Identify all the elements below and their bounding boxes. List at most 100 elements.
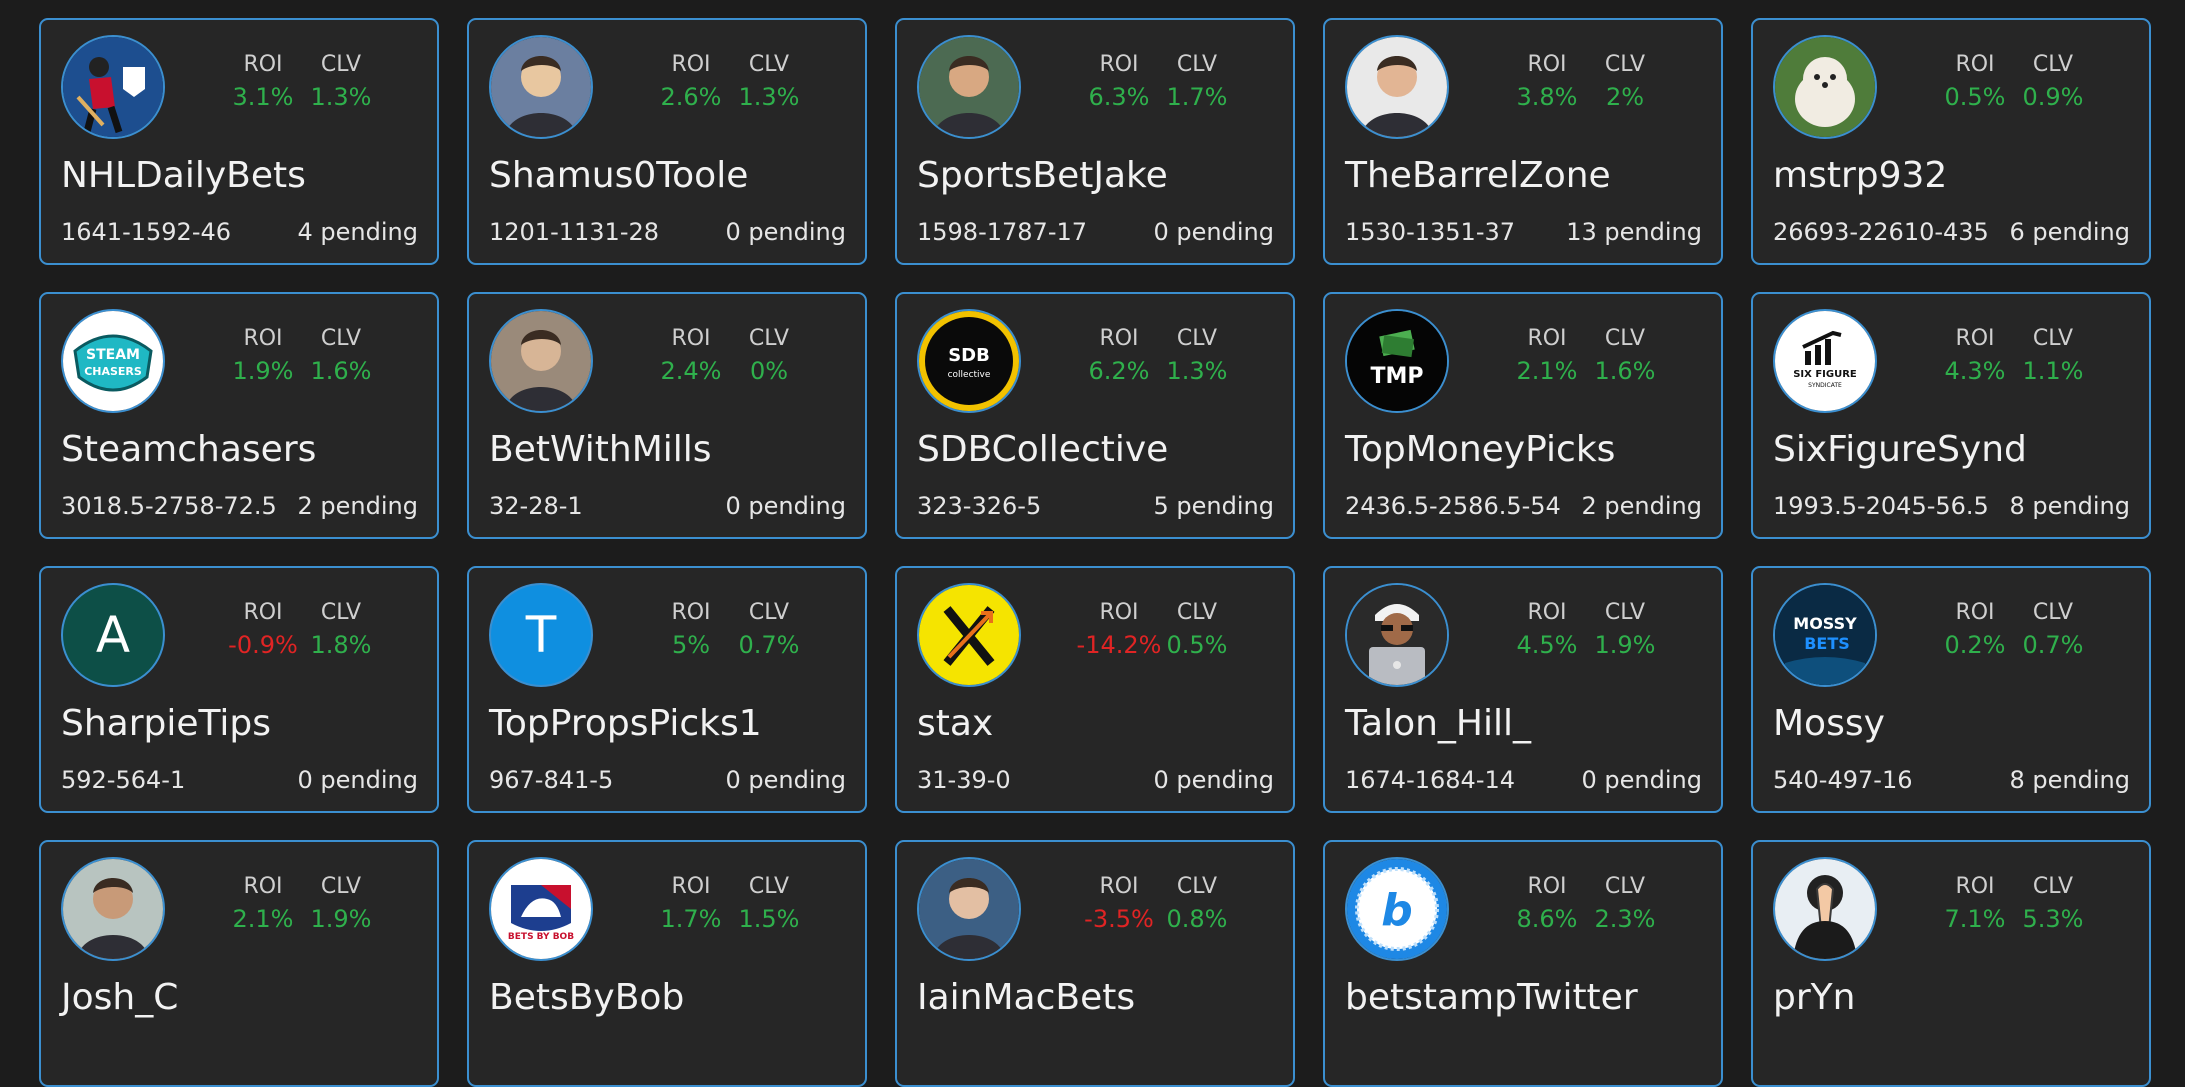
- bettor-card[interactable]: STEAM CHASERS ROI 1.9% CLV 1.6% Steamcha…: [39, 292, 439, 539]
- bettor-card[interactable]: ROI 0.5% CLV 0.9% mstrp932 26693-22610-4…: [1751, 18, 2151, 265]
- bettor-card[interactable]: ROI 2.4% CLV 0% BetWithMills 32-28-1 0 p…: [467, 292, 867, 539]
- pending-count: 6 pending: [2009, 218, 2130, 246]
- bettor-name[interactable]: prYn: [1773, 978, 1855, 1018]
- clv-label: CLV: [1176, 326, 1218, 351]
- svg-text:b: b: [1381, 885, 1413, 936]
- bettor-card[interactable]: TMP ROI 2.1% CLV 1.6% TopMoneyPicks 2436…: [1323, 292, 1723, 539]
- bettor-card[interactable]: ROI 4.5% CLV 1.9% Talon_Hill_ 1674-1684-…: [1323, 566, 1723, 813]
- win-loss-record: 1641-1592-46: [61, 218, 232, 246]
- bettor-name[interactable]: betstampTwitter: [1345, 978, 1638, 1018]
- betstamp-b-logo: b: [1345, 857, 1449, 961]
- win-loss-record: 1201-1131-28: [489, 218, 660, 246]
- win-loss-record: 3018.5-2758-72.5: [61, 492, 277, 520]
- win-loss-record: 592-564-1: [61, 766, 186, 794]
- bettor-card[interactable]: ROI 2.6% CLV 1.3% Shamus0Toole 1201-1131…: [467, 18, 867, 265]
- bettor-card[interactable]: ROI 2.1% CLV 1.9% Josh_C: [39, 840, 439, 1087]
- bettor-name[interactable]: stax: [917, 704, 993, 744]
- clv-stat: CLV 1.7%: [1152, 54, 1242, 111]
- bettor-name[interactable]: SharpieTips: [61, 704, 271, 744]
- bettor-name[interactable]: Steamchasers: [61, 430, 316, 470]
- avatar: [61, 857, 165, 961]
- clv-stat: CLV 1.3%: [296, 54, 386, 110]
- clv-stat: CLV 1.8%: [296, 602, 386, 659]
- clv-value: 0.9%: [2022, 83, 2084, 111]
- clv-value: 1.7%: [1166, 83, 1228, 111]
- clv-label: CLV: [1604, 52, 1646, 77]
- clv-stat: CLV 2.3%: [1580, 876, 1670, 933]
- win-loss-record: 32-28-1: [489, 492, 583, 520]
- pending-count: 0 pending: [1581, 766, 1702, 794]
- avatar: [917, 35, 1021, 139]
- bettor-card[interactable]: SIX FIGURE SYNDICATE ROI 4.3% CLV 1.1% S…: [1751, 292, 2151, 539]
- avatar: [1773, 857, 1877, 961]
- pending-count: 0 pending: [725, 492, 846, 520]
- avatar-letter: A: [95, 606, 131, 664]
- bettor-name[interactable]: Josh_C: [61, 978, 178, 1018]
- avatar: [917, 857, 1021, 961]
- clv-value: 1.3%: [738, 83, 800, 111]
- bettor-name[interactable]: BetsByBob: [489, 978, 684, 1018]
- win-loss-record: 2436.5-2586.5-54: [1345, 492, 1561, 520]
- clv-label: CLV: [2032, 326, 2074, 351]
- bettor-name[interactable]: SDBCollective: [917, 430, 1168, 470]
- win-loss-record: 1530-1351-37: [1345, 218, 1516, 246]
- bettor-name[interactable]: mstrp932: [1773, 156, 1947, 196]
- bettor-card[interactable]: b ROI 8.6% CLV 2.3% betstampTwitter: [1323, 840, 1723, 1087]
- svg-text:SIX FIGURE: SIX FIGURE: [1793, 369, 1857, 380]
- clv-value: 2.3%: [1594, 905, 1656, 933]
- win-loss-record: 31-39-0: [917, 766, 1011, 794]
- clv-value: 1.8%: [310, 631, 372, 659]
- clv-value: 0.8%: [1166, 905, 1228, 933]
- clv-value: 1.6%: [1594, 357, 1656, 385]
- bettor-name[interactable]: TheBarrelZone: [1345, 156, 1611, 196]
- bettor-card[interactable]: ROI 6.3% CLV 1.7% SportsBetJake 1598-178…: [895, 18, 1295, 265]
- win-loss-record: 1598-1787-17: [917, 218, 1088, 246]
- bettor-card[interactable]: SDB collective ROI 6.2% CLV 1.3% SDBColl…: [895, 292, 1295, 539]
- bettor-card[interactable]: A ROI -0.9% CLV 1.8% SharpieTips 592-564…: [39, 566, 439, 813]
- clv-stat: CLV 0.7%: [2008, 602, 2098, 658]
- bettor-card[interactable]: ROI 3.8% CLV 2% TheBarrelZone 1530-1351-…: [1323, 18, 1723, 265]
- bettor-card[interactable]: MOSSY BETS ROI 0.2% CLV 0.7% Mossy 540-4…: [1751, 566, 2151, 813]
- pending-count: 0 pending: [297, 766, 418, 794]
- clv-value: 1.9%: [310, 905, 372, 933]
- clv-stat: CLV 5.3%: [2008, 874, 2098, 932]
- clv-stat: CLV 2%: [1580, 52, 1670, 110]
- bettor-card[interactable]: ROI 3.1% CLV 1.3% NHLDailyBets 1641-1592…: [39, 18, 439, 265]
- avatar: [489, 35, 593, 139]
- clv-stat: CLV 1.3%: [724, 54, 814, 111]
- clv-stat: CLV 0.8%: [1152, 876, 1242, 933]
- bettor-name[interactable]: IainMacBets: [917, 978, 1135, 1018]
- win-loss-record: 967-841-5: [489, 766, 614, 794]
- bettor-card[interactable]: BETS BY BOB ROI 1.7% CLV 1.5% BetsByBob: [467, 840, 867, 1087]
- clv-label: CLV: [1176, 600, 1218, 625]
- clv-value: 1.3%: [1166, 357, 1228, 385]
- clv-value: 1.6%: [310, 357, 372, 385]
- clv-value: 1.9%: [1594, 631, 1656, 659]
- avatar: T: [489, 583, 593, 687]
- bettor-name[interactable]: SportsBetJake: [917, 156, 1168, 196]
- avatar: [489, 309, 593, 413]
- bettor-card[interactable]: ROI -3.5% CLV 0.8% IainMacBets: [895, 840, 1295, 1087]
- bettor-name[interactable]: Mossy: [1773, 704, 1885, 744]
- bettor-name[interactable]: Shamus0Toole: [489, 156, 748, 196]
- svg-text:SYNDICATE: SYNDICATE: [1808, 382, 1842, 389]
- pending-count: 0 pending: [1153, 766, 1274, 794]
- avatar: [1773, 35, 1877, 139]
- bettor-name[interactable]: TopMoneyPicks: [1345, 430, 1615, 470]
- clv-label: CLV: [2032, 874, 2074, 899]
- pending-count: 2 pending: [1581, 492, 1702, 520]
- pending-count: 5 pending: [1153, 492, 1274, 520]
- clv-stat: CLV 1.5%: [724, 876, 814, 932]
- bettor-name[interactable]: Talon_Hill_: [1345, 704, 1531, 744]
- clv-stat: CLV 1.6%: [296, 328, 386, 385]
- bettor-name[interactable]: TopPropsPicks1: [489, 704, 762, 744]
- bettor-card-grid: ROI 3.1% CLV 1.3% NHLDailyBets 1641-1592…: [39, 18, 2151, 1087]
- hockey-player-logo: [61, 35, 165, 139]
- bettor-card[interactable]: ROI -14.2% CLV 0.5% stax 31-39-0 0 pendi…: [895, 566, 1295, 813]
- bettor-card[interactable]: T ROI 5% CLV 0.7% TopPropsPicks1 967-841…: [467, 566, 867, 813]
- bettor-name[interactable]: NHLDailyBets: [61, 156, 306, 196]
- clv-value: 0.7%: [738, 631, 800, 659]
- bettor-card[interactable]: ROI 7.1% CLV 5.3% prYn: [1751, 840, 2151, 1087]
- bettor-name[interactable]: BetWithMills: [489, 430, 712, 470]
- bettor-name[interactable]: SixFigureSynd: [1773, 430, 2027, 470]
